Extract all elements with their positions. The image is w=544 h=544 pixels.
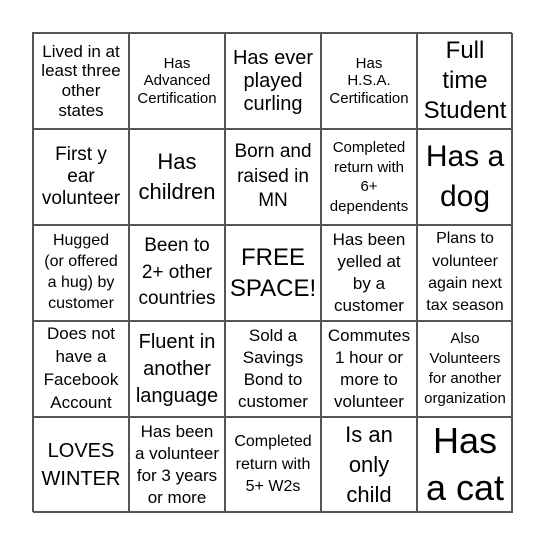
- bingo-cell[interactable]: Has a cat: [417, 417, 513, 513]
- bingo-cell[interactable]: Commutes 1 hour or more to volunteer: [321, 321, 417, 417]
- bingo-cell[interactable]: Has a dog: [417, 129, 513, 225]
- bingo-cell[interactable]: Has Advanced Certification: [129, 33, 225, 129]
- bingo-cell[interactable]: Lived in at least three other states: [33, 33, 129, 129]
- bingo-cell[interactable]: Does not have a Facebook Account: [33, 321, 129, 417]
- bingo-cell[interactable]: Born and raised in MN: [225, 129, 321, 225]
- bingo-cell[interactable]: LOVES WINTER: [33, 417, 129, 513]
- bingo-cell[interactable]: Hugged (or offered a hug) by customer: [33, 225, 129, 321]
- bingo-cell[interactable]: Sold a Savings Bond to customer: [225, 321, 321, 417]
- bingo-cell[interactable]: First y ear volunteer: [33, 129, 129, 225]
- bingo-cell[interactable]: Has ever played curling: [225, 33, 321, 129]
- bingo-cell[interactable]: Been to 2+ other countries: [129, 225, 225, 321]
- bingo-cell[interactable]: Has children: [129, 129, 225, 225]
- bingo-cell[interactable]: Completed return with 6+ dependents: [321, 129, 417, 225]
- bingo-cell[interactable]: Completed return with 5+ W2s: [225, 417, 321, 513]
- free-space-cell[interactable]: FREE SPACE!: [225, 225, 321, 321]
- bingo-cell[interactable]: Is an only child: [321, 417, 417, 513]
- bingo-cell[interactable]: Plans to volunteer again next tax season: [417, 225, 513, 321]
- bingo-cell[interactable]: Full time Student: [417, 33, 513, 129]
- bingo-cell[interactable]: Fluent in another language: [129, 321, 225, 417]
- bingo-cell[interactable]: Has H.S.A. Certification: [321, 33, 417, 129]
- bingo-cell[interactable]: Has been yelled at by a customer: [321, 225, 417, 321]
- bingo-cell[interactable]: Has been a volunteer for 3 years or more: [129, 417, 225, 513]
- bingo-card: Lived in at least three other states Has…: [32, 32, 513, 513]
- bingo-cell[interactable]: Also Volunteers for another organization: [417, 321, 513, 417]
